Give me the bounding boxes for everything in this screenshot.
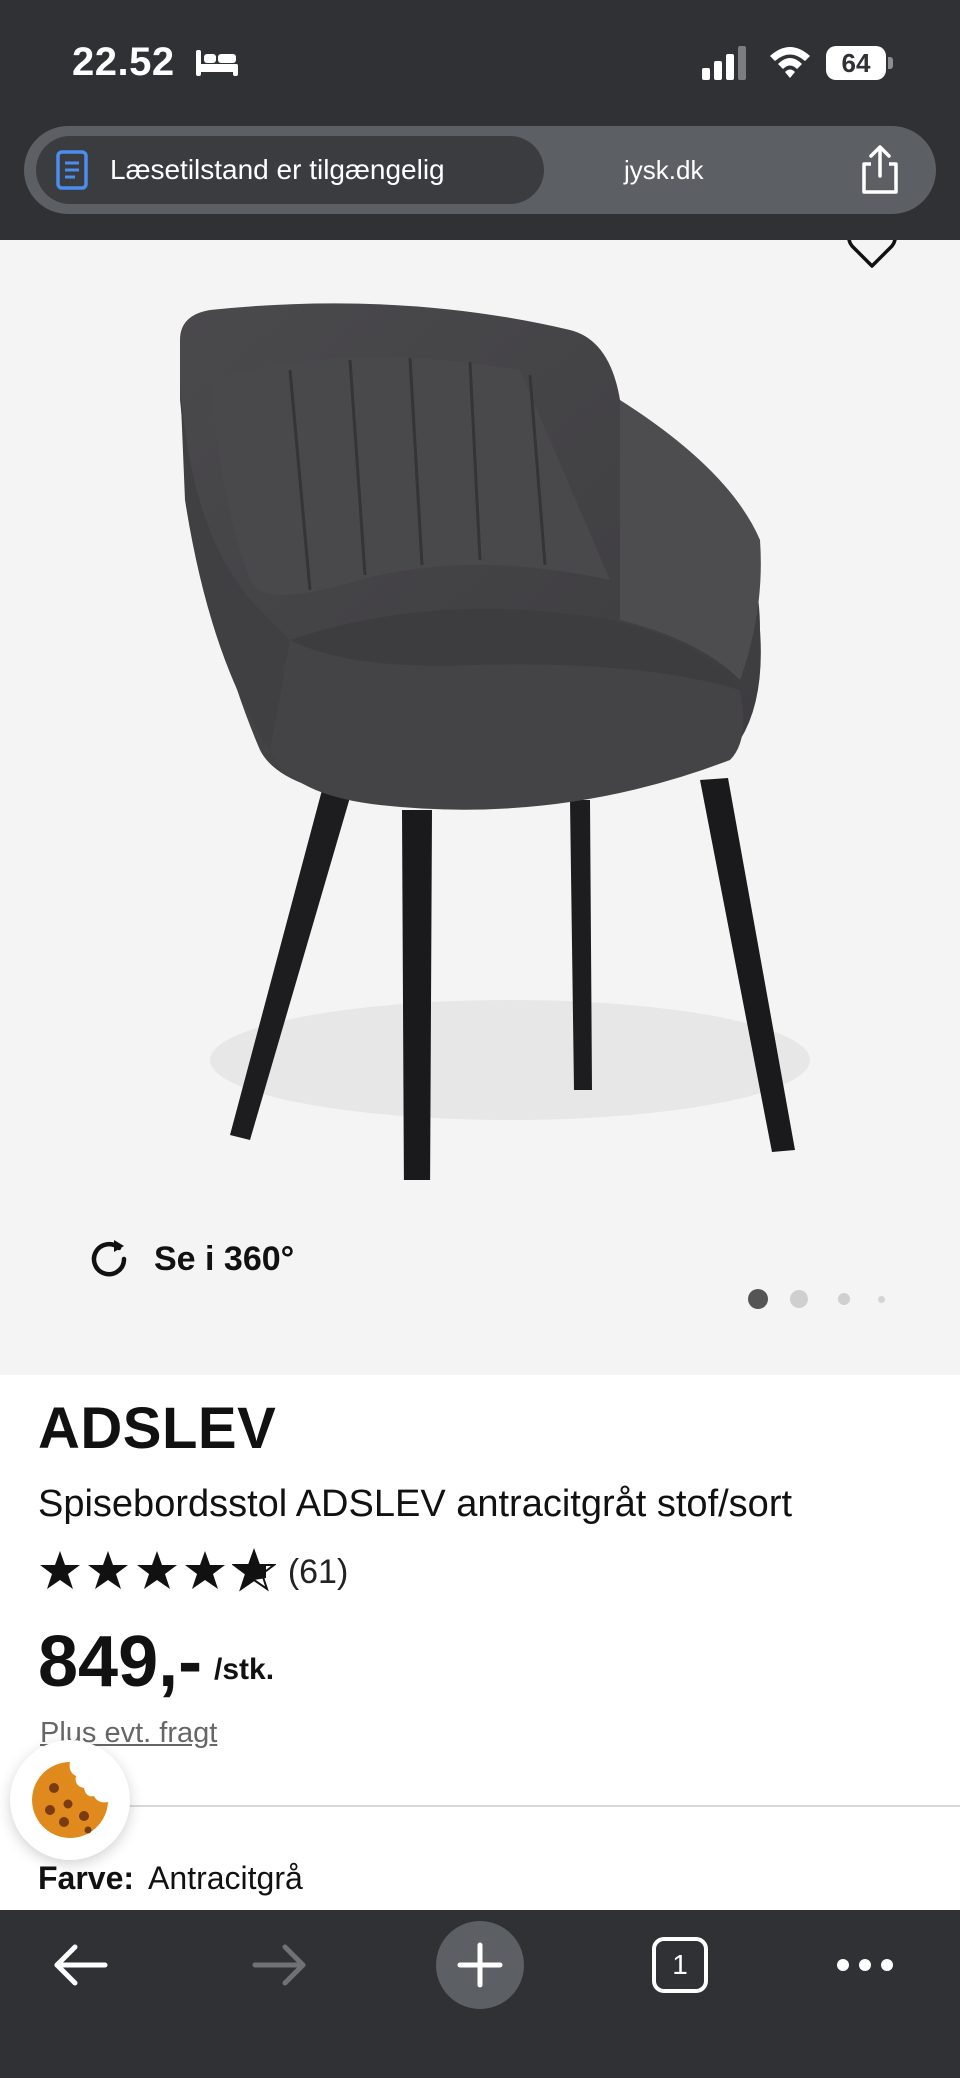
reader-mode-label: Læsetilstand er tilgængelig xyxy=(110,154,445,185)
rating-count[interactable]: (61) xyxy=(288,1553,348,1592)
pagination-dot-active[interactable] xyxy=(748,1289,768,1309)
star-icon xyxy=(88,1550,129,1589)
rotate-icon xyxy=(91,1240,127,1277)
tabs-button[interactable]: 1 xyxy=(640,1910,720,2020)
gallery-pagination[interactable] xyxy=(748,1283,888,1313)
color-value: Antracitgrå xyxy=(148,1860,303,1896)
cookie-icon xyxy=(32,1762,109,1838)
color-key: Farve: xyxy=(38,1860,135,1896)
battery-indicator: 64 xyxy=(826,46,894,80)
view-360-label: Se i 360° xyxy=(154,1239,295,1278)
reader-mode-button[interactable]: Læsetilstand er tilgængelig xyxy=(36,136,544,204)
new-tab-plus-icon xyxy=(436,1921,524,2009)
reader-mode-icon xyxy=(56,150,88,190)
status-time: 22.52 xyxy=(72,40,175,84)
battery-level: 64 xyxy=(841,48,871,78)
signal-icon xyxy=(702,46,746,80)
tab-count: 1 xyxy=(672,1949,688,1980)
more-icon xyxy=(837,1959,893,1971)
product-image-gallery[interactable]: Se i 360° xyxy=(0,240,960,1375)
url-domain[interactable]: jysk.dk xyxy=(624,126,703,214)
star-icon xyxy=(136,1550,177,1589)
star-icon xyxy=(40,1550,80,1589)
cookie-settings-button[interactable] xyxy=(10,1740,130,1860)
pagination-dot[interactable] xyxy=(790,1290,808,1308)
back-arrow-icon xyxy=(54,1944,108,1986)
back-button[interactable] xyxy=(40,1910,120,2020)
pagination-dot[interactable] xyxy=(878,1296,885,1303)
wifi-icon xyxy=(770,47,810,78)
address-bar[interactable]: Læsetilstand er tilgængelig jysk.dk xyxy=(24,126,936,214)
heart-icon[interactable] xyxy=(846,240,898,270)
forward-arrow-icon xyxy=(252,1944,306,1986)
product-subtitle: Spisebordsstol ADSLEV antracitgråt stof/… xyxy=(38,1483,793,1525)
product-rating[interactable]: (61) xyxy=(38,1547,348,1597)
more-button[interactable] xyxy=(820,1910,910,2020)
rating-stars xyxy=(38,1547,277,1597)
divider xyxy=(118,1805,960,1807)
color-row: Farve: Antracitgrå xyxy=(38,1860,303,1897)
browser-top-chrome: 22.52 64 Læsetilstand er tilgængelig jys… xyxy=(0,0,960,240)
star-icon xyxy=(185,1550,226,1589)
price-unit: /stk. xyxy=(214,1653,275,1686)
forward-button[interactable] xyxy=(240,1910,320,2020)
share-icon[interactable] xyxy=(856,144,904,196)
view-360-button[interactable]: Se i 360° xyxy=(86,1234,294,1284)
bed-icon xyxy=(196,50,238,76)
browser-toolbar: 1 xyxy=(0,1910,960,2078)
product-price: 849,- xyxy=(38,1622,203,1702)
star-half-icon xyxy=(230,1547,277,1592)
product-image xyxy=(180,303,810,1180)
pagination-dot[interactable] xyxy=(838,1293,850,1305)
new-tab-button[interactable] xyxy=(434,1910,526,2020)
product-brand: ADSLEV xyxy=(38,1396,277,1461)
